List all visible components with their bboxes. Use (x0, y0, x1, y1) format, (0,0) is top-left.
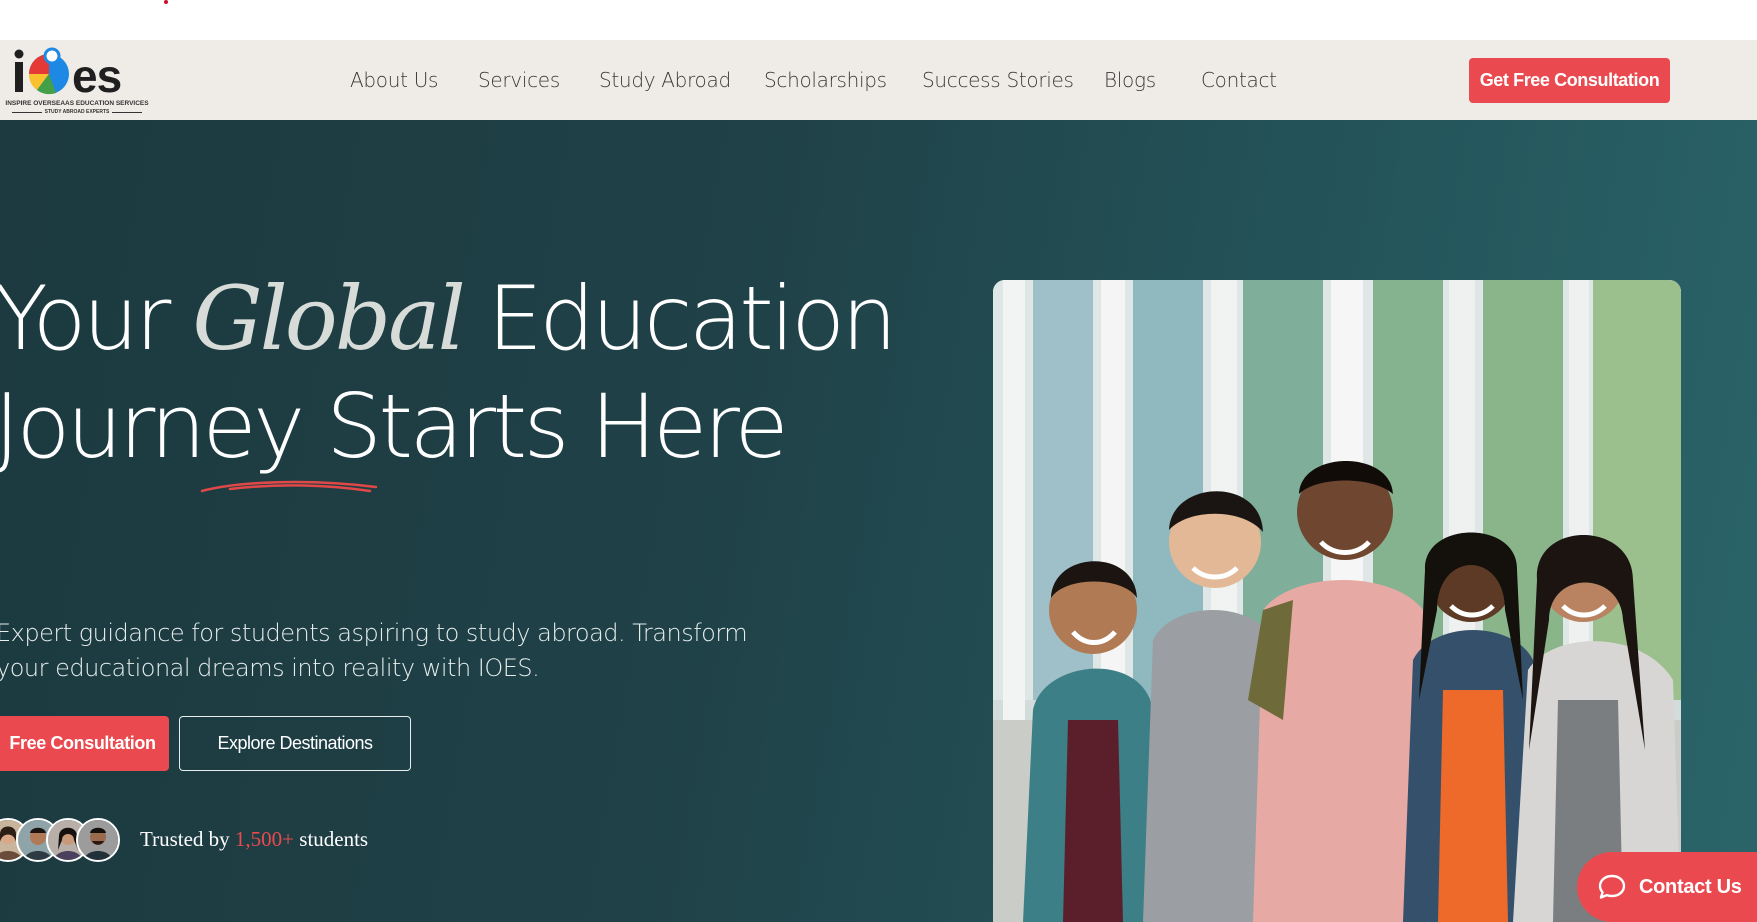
headline-line-2: Journey Starts Here (0, 375, 789, 478)
hero-headline: Your Global Education Journey Starts Her… (0, 265, 897, 481)
svg-text:es: es (72, 50, 121, 102)
chat-bubble-icon (1598, 874, 1626, 899)
nav-services[interactable]: Services (478, 68, 560, 92)
get-free-consultation-button[interactable]: Get Free Consultation (1469, 58, 1670, 103)
top-strip (0, 0, 1757, 40)
nav-scholarships[interactable]: Scholarships (764, 68, 887, 92)
red-dot (164, 0, 168, 4)
headline-word-education: Education (487, 267, 897, 370)
contact-us-chat-button[interactable]: Contact Us (1577, 852, 1757, 922)
nav-success-stories[interactable]: Success Stories (922, 68, 1074, 92)
underline-squiggle (200, 480, 378, 493)
hero-subtext: Expert guidance for students aspiring to… (0, 619, 748, 682)
nav-study-abroad[interactable]: Study Abroad (599, 68, 731, 92)
headline-highlight-global: Global (192, 267, 465, 370)
headline-word-your: Your (0, 267, 171, 370)
ioes-logo-mark: es (14, 47, 122, 102)
tagline-rule-right (112, 112, 142, 113)
avatar (76, 818, 120, 862)
free-consultation-button[interactable]: Free Consultation (0, 716, 169, 771)
trusted-prefix: Trusted by (140, 827, 230, 851)
students-group-photo (993, 280, 1681, 922)
trusted-suffix: students (299, 827, 369, 851)
nav-about-us[interactable]: About Us (350, 68, 438, 92)
explore-destinations-button[interactable]: Explore Destinations (179, 716, 411, 771)
students-photo-illustration (993, 280, 1681, 922)
ioes-logo[interactable]: es INSPIRE OVERSEAAS EDUCATION SERVICES … (4, 44, 150, 116)
chat-label: Contact Us (1639, 875, 1742, 898)
trusted-by-text: Trusted by 1,500+ students (140, 827, 368, 852)
nav-blogs[interactable]: Blogs (1104, 68, 1156, 92)
logo-tagline: INSPIRE OVERSEAAS EDUCATION SERVICES (5, 100, 149, 107)
nav-contact[interactable]: Contact (1201, 68, 1277, 92)
trusted-count: 1,500+ (234, 827, 295, 851)
headline-line-1: Your Global Education (0, 265, 897, 373)
